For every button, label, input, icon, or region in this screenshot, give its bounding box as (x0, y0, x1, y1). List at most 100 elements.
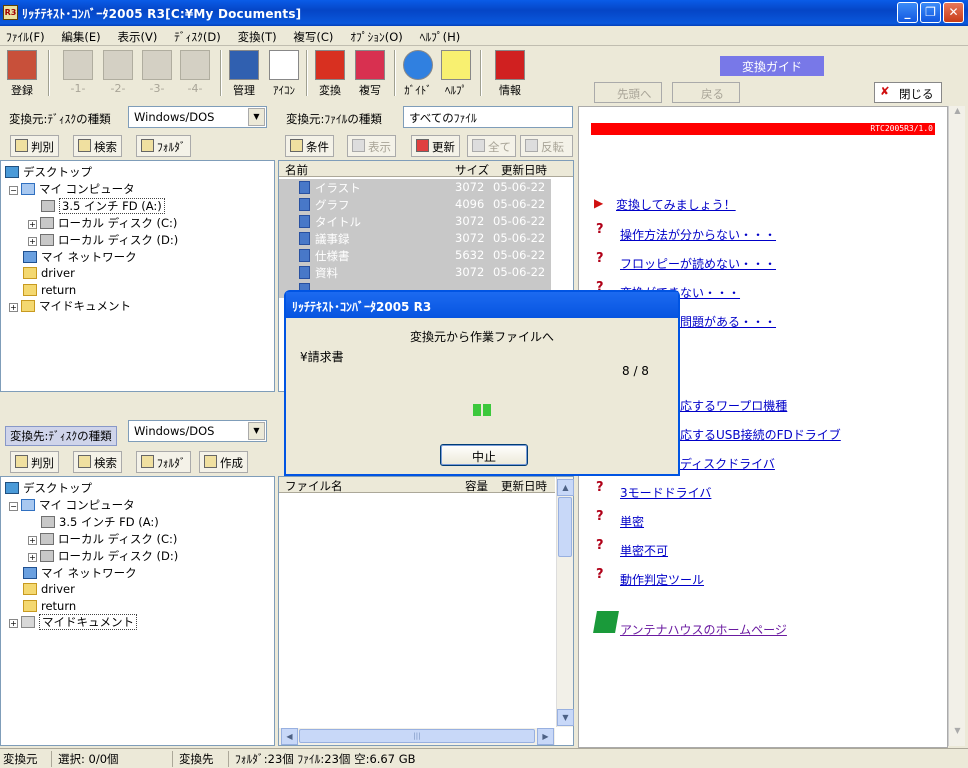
tree-item[interactable]: マイ ネットワーク (23, 565, 137, 581)
collapse-icon[interactable]: − (9, 186, 18, 195)
menu-option[interactable]: ｵﾌﾟｼｮﾝ(O) (344, 26, 410, 45)
dest-identify-button[interactable]: 判別 (10, 451, 59, 473)
scrollbar-thumb[interactable]: ||| (299, 729, 535, 743)
tree-item[interactable]: − マイ コンピュータ (9, 181, 135, 197)
tree-item[interactable]: 3.5 インチ FD (A:) (41, 198, 165, 214)
guide-link[interactable]: 動作判定ツール (620, 571, 704, 588)
guide-link[interactable]: 応するUSB接続のFDドライブ (680, 426, 841, 443)
column-date[interactable]: 更新日時 (501, 162, 547, 178)
column-date[interactable]: 更新日時 (501, 478, 547, 494)
help-button[interactable]: ﾍﾙﾌﾟ (436, 48, 476, 98)
tree-item[interactable]: 3.5 インチ FD (A:) (41, 514, 159, 530)
info-button[interactable]: 情報 (490, 48, 530, 98)
source-identify-button[interactable]: 判別 (10, 135, 59, 157)
manage-button[interactable]: 管理 (224, 48, 264, 98)
condition-button[interactable]: 条件 (285, 135, 334, 157)
expand-icon[interactable]: + (28, 220, 37, 229)
app-icon[interactable]: R3 (3, 5, 18, 20)
menu-edit[interactable]: 編集(E) (55, 26, 107, 45)
menu-copy[interactable]: 複写(C) (287, 26, 340, 45)
guide-scrollbar[interactable]: ▲ ▼ (948, 106, 965, 746)
scroll-up-icon[interactable]: ▲ (949, 106, 966, 123)
guide-link[interactable]: 変換してみましょう！ (616, 196, 736, 213)
menu-file[interactable]: ﾌｧｲﾙ(F) (0, 26, 52, 45)
tree-item[interactable]: デスクトップ (5, 480, 92, 496)
guide-link[interactable]: 3モードドライバ (620, 484, 711, 501)
scroll-left-icon[interactable]: ◀ (281, 728, 298, 745)
menu-disk[interactable]: ﾃﾞｨｽｸ(D) (168, 26, 228, 45)
register-2-button[interactable]: -2- (98, 48, 138, 98)
guide-button[interactable]: ｶﾞｲﾄﾞ (398, 48, 438, 98)
guide-link[interactable]: フロッピーが読めない・・・ (620, 255, 776, 272)
scroll-right-icon[interactable]: ▶ (537, 728, 554, 745)
table-row[interactable]: 仕様書 5632 05-06-22 『製 (279, 247, 573, 264)
convert-button[interactable]: 変換 (310, 48, 350, 98)
tree-item[interactable]: + マイドキュメント (9, 614, 137, 630)
guide-first-button[interactable]: 先頭へ (594, 82, 662, 103)
tree-item[interactable]: driver (23, 582, 75, 596)
file-type-select[interactable]: すべてのﾌｧｲﾙ (403, 106, 573, 128)
expand-icon[interactable]: + (28, 553, 37, 562)
tree-item[interactable]: driver (23, 266, 75, 280)
homepage-link[interactable]: アンテナハウスのホームページ (620, 621, 787, 638)
source-search-button[interactable]: 検索 (73, 135, 122, 157)
tree-item[interactable]: マイ ネットワーク (23, 249, 137, 265)
register-button[interactable]: 登録 (2, 48, 42, 98)
expand-icon[interactable]: + (28, 536, 37, 545)
menu-help[interactable]: ﾍﾙﾌﾟ(H) (414, 26, 468, 45)
chevron-down-icon[interactable]: ▼ (248, 108, 265, 126)
guide-close-button[interactable]: ✘ 閉じる (874, 82, 942, 103)
table-row[interactable]: グラフ 4096 05-06-22 『グ (279, 196, 573, 213)
dest-search-button[interactable]: 検索 (73, 451, 122, 473)
column-name[interactable]: ファイル名 (285, 478, 343, 494)
invert-button[interactable]: 反転 (520, 135, 573, 157)
register-1-button[interactable]: -1- (58, 48, 98, 98)
column-size[interactable]: 容量 (465, 478, 488, 494)
minimize-button[interactable]: _ (897, 2, 918, 23)
tree-item[interactable]: + ローカル ディスク (D:) (28, 232, 178, 248)
close-button[interactable]: ✕ (943, 2, 964, 23)
table-row[interactable]: 資料 3072 05-06-22 (279, 264, 551, 281)
source-folder-tree[interactable]: デスクトップ − マイ コンピュータ 3.5 インチ FD (A:) + ローカル … (0, 160, 275, 392)
scrollbar-thumb[interactable] (558, 497, 572, 557)
show-button[interactable]: 表示 (347, 135, 396, 157)
expand-icon[interactable]: + (28, 237, 37, 246)
tree-item[interactable]: + ローカル ディスク (C:) (28, 215, 177, 231)
restore-button[interactable]: ❐ (920, 2, 941, 23)
menu-view[interactable]: 表示(V) (112, 26, 165, 45)
guide-back-button[interactable]: 戻る (672, 82, 740, 103)
guide-link[interactable]: 操作方法が分からない・・・ (620, 226, 776, 243)
expand-icon[interactable]: + (9, 303, 18, 312)
dest-folder-tree[interactable]: デスクトップ − マイ コンピュータ 3.5 インチ FD (A:) + ローカル … (0, 476, 275, 746)
tree-item[interactable]: + ローカル ディスク (D:) (28, 548, 178, 564)
column-name[interactable]: 名前 (285, 162, 308, 178)
dest-file-list[interactable]: ファイル名 容量 更新日時 ▲ ▼ ◀ ||| ▶ (278, 476, 574, 746)
register-4-button[interactable]: -4- (175, 48, 215, 98)
tree-item[interactable]: − マイ コンピュータ (9, 497, 135, 513)
vertical-scrollbar[interactable]: ▲ ▼ (556, 477, 574, 727)
scroll-down-icon[interactable]: ▼ (949, 726, 966, 743)
table-row[interactable]: イラスト 3072 05-06-22 『文 (279, 179, 573, 196)
tree-item[interactable]: + マイドキュメント (9, 298, 131, 314)
source-folder-button[interactable]: ﾌｫﾙﾀﾞ (136, 135, 191, 157)
source-disk-select[interactable]: Windows/DOS ▼ (128, 106, 267, 128)
guide-link[interactable]: 応するワープロ機種 (680, 397, 787, 414)
dest-create-button[interactable]: 作成 (199, 451, 248, 473)
select-all-button[interactable]: 全て (467, 135, 516, 157)
chevron-down-icon[interactable]: ▼ (248, 422, 265, 440)
collapse-icon[interactable]: − (9, 502, 18, 511)
scroll-down-icon[interactable]: ▼ (557, 709, 574, 726)
table-row[interactable]: 議事録 3072 05-06-22 『A (279, 230, 573, 247)
cancel-button[interactable]: 中止 (440, 444, 528, 466)
tree-item[interactable]: デスクトップ (5, 164, 92, 180)
refresh-button[interactable]: 更新 (411, 135, 460, 157)
horizontal-scrollbar[interactable]: ◀ ||| ▶ (279, 728, 555, 745)
column-size[interactable]: サイズ (455, 162, 489, 178)
register-3-button[interactable]: -3- (137, 48, 177, 98)
icon-button[interactable]: ｱｲｺﾝ (264, 48, 304, 98)
tree-item[interactable]: return (23, 599, 76, 613)
guide-link[interactable]: ディスクドライバ (680, 455, 775, 472)
expand-icon[interactable]: + (9, 619, 18, 628)
tree-item[interactable]: + ローカル ディスク (C:) (28, 531, 177, 547)
tree-item[interactable]: return (23, 283, 76, 297)
